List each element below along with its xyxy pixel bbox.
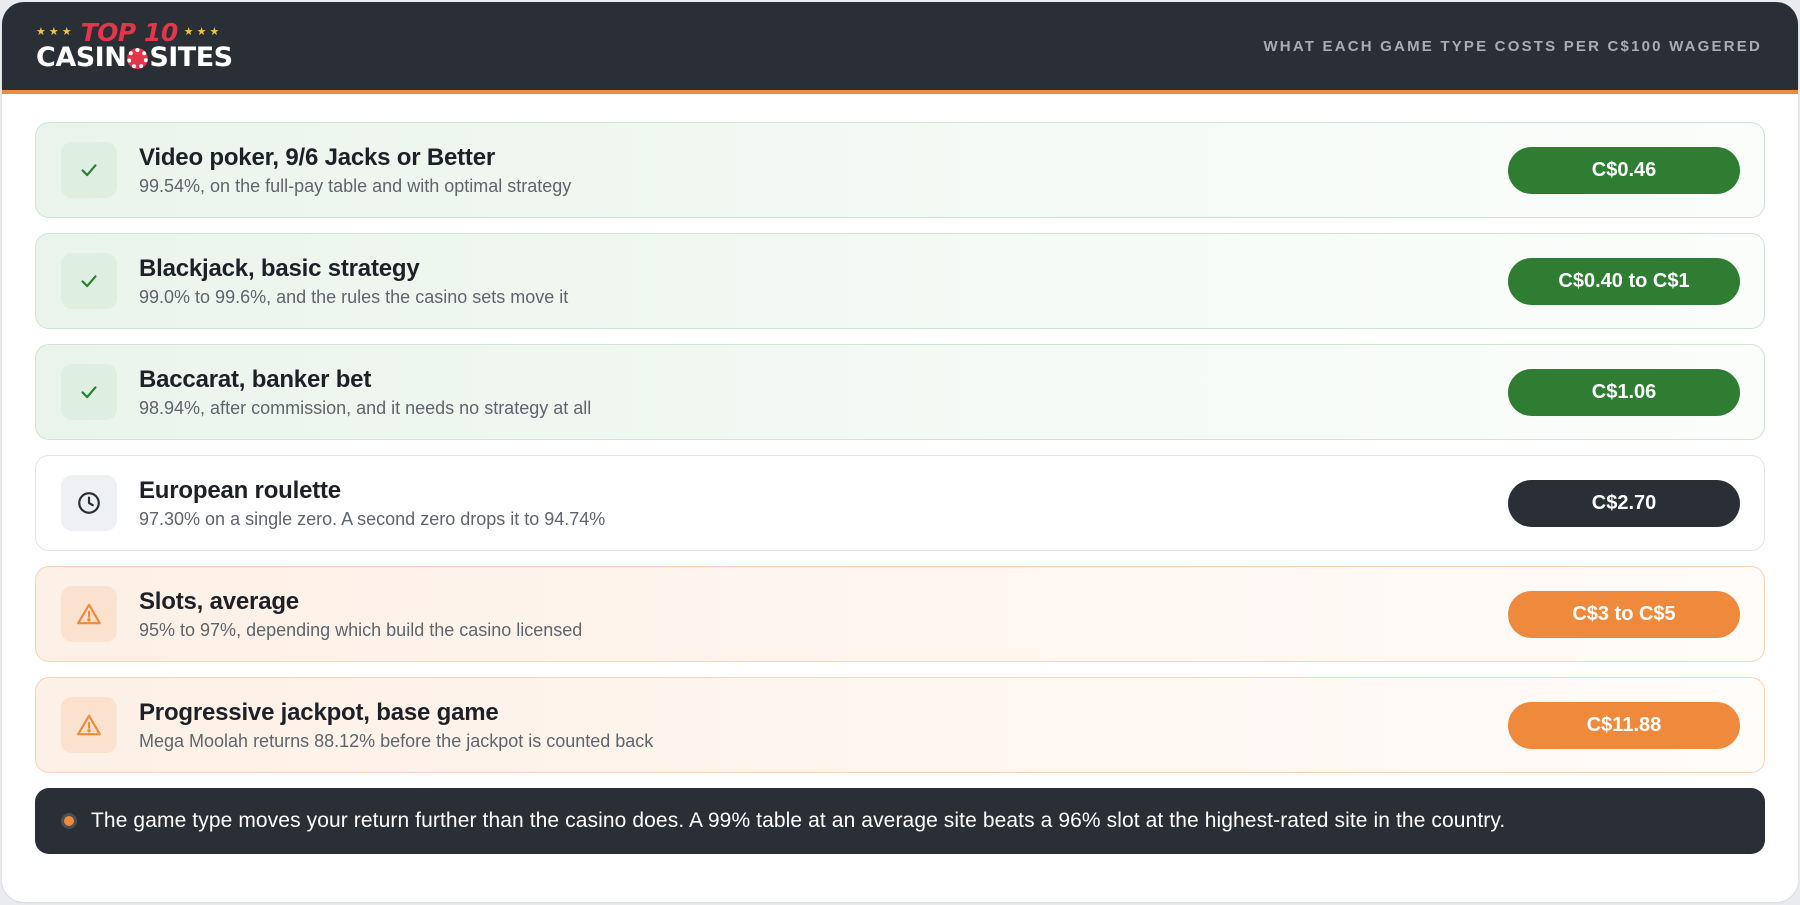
summary-note: The game type moves your return further … — [35, 788, 1765, 854]
header-bar: ★★★ TOP 10 ★★★ CASIN SITES WHAT EACH GAM… — [2, 2, 1798, 94]
stars-left-icon: ★★★ — [36, 25, 75, 38]
cost-pill: C$2.70 — [1508, 479, 1740, 527]
game-title: Slots, average — [139, 587, 299, 615]
status-icon-box — [61, 697, 117, 753]
game-title: Baccarat, banker bet — [139, 365, 372, 393]
game-title: European roulette — [139, 476, 341, 504]
game-row-6: Progressive jackpot, base game Mega Mool… — [35, 677, 1765, 773]
clock-icon — [76, 490, 102, 516]
header-caption: WHAT EACH GAME TYPE COSTS PER C$100 WAGE… — [1263, 37, 1762, 55]
cost-pill: C$3 to C$5 — [1508, 590, 1740, 638]
game-title: Video poker, 9/6 Jacks or Better — [139, 143, 496, 171]
game-title: Blackjack, basic strategy — [139, 254, 420, 282]
summary-text: The game type moves your return further … — [91, 809, 1506, 832]
logo-top10-text: TOP 10 — [80, 17, 179, 47]
status-icon-box — [61, 142, 117, 198]
game-detail: Mega Moolah returns 88.12% before the ja… — [139, 730, 654, 751]
logo-sites-text: SITES — [149, 42, 233, 73]
game-title: Progressive jackpot, base game — [139, 698, 499, 726]
status-icon-box — [61, 475, 117, 531]
logo-casino-text: CASIN — [36, 42, 127, 73]
status-icon-box — [61, 364, 117, 420]
stars-right-icon: ★★★ — [183, 25, 223, 38]
poker-chip-icon — [127, 48, 149, 69]
warning-icon — [76, 712, 102, 738]
cost-pill: C$11.88 — [1508, 701, 1740, 749]
game-detail: 98.94%, after commission, and it needs n… — [139, 397, 592, 418]
check-icon — [78, 270, 100, 292]
game-row-1: Video poker, 9/6 Jacks or Better 99.54%,… — [35, 122, 1765, 218]
check-icon — [78, 159, 100, 181]
cost-pill: C$1.06 — [1508, 368, 1740, 416]
game-detail: 99.54%, on the full-pay table and with o… — [139, 175, 572, 196]
check-icon — [78, 381, 100, 403]
game-row-3: Baccarat, banker bet 98.94%, after commi… — [35, 344, 1765, 440]
brand-logo[interactable]: ★★★ TOP 10 ★★★ CASIN SITES — [36, 17, 233, 73]
game-row-4: European roulette 97.30% on a single zer… — [35, 455, 1765, 551]
cost-comparison-card: ★★★ TOP 10 ★★★ CASIN SITES WHAT EACH GAM… — [2, 2, 1798, 902]
game-row-2: Blackjack, basic strategy 99.0% to 99.6%… — [35, 233, 1765, 329]
cost-pill: C$0.40 to C$1 — [1508, 257, 1740, 305]
warning-icon — [76, 601, 102, 627]
status-icon-box — [61, 253, 117, 309]
game-detail: 99.0% to 99.6%, and the rules the casino… — [139, 286, 569, 307]
game-detail: 97.30% on a single zero. A second zero d… — [139, 508, 606, 529]
game-cost-list: Video poker, 9/6 Jacks or Better 99.54%,… — [2, 94, 1798, 773]
bullet-dot-icon — [61, 813, 77, 829]
game-detail: 95% to 97%, depending which build the ca… — [139, 619, 583, 640]
cost-pill: C$0.46 — [1508, 146, 1740, 194]
status-icon-box — [61, 586, 117, 642]
game-row-5: Slots, average 95% to 97%, depending whi… — [35, 566, 1765, 662]
